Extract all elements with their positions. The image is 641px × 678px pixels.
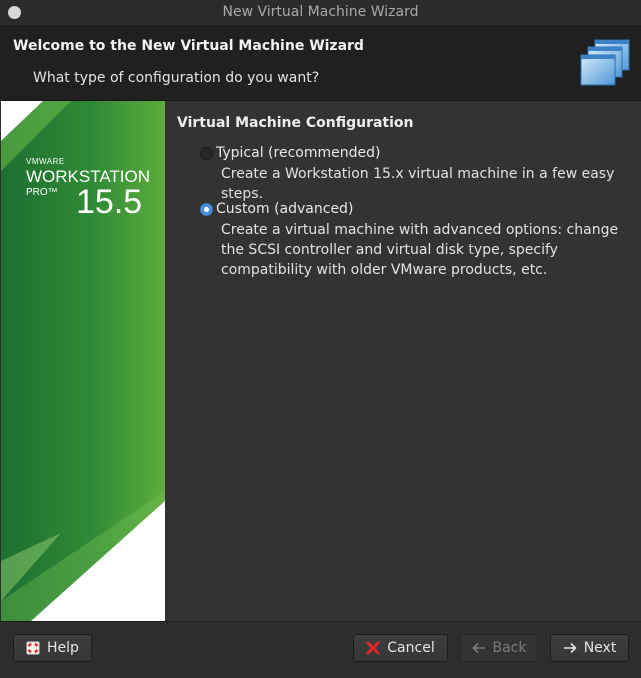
section-title: Virtual Machine Configuration (177, 115, 414, 131)
back-button[interactable]: Back (460, 634, 538, 662)
wizard-header: Welcome to the New Virtual Machine Wizar… (0, 26, 641, 101)
next-label: Next (583, 640, 617, 656)
typical-description: Create a Workstation 15.x virtual machin… (221, 166, 615, 202)
configuration-panel: Virtual Machine Configuration Typical (r… (165, 101, 641, 621)
custom-description: Create a virtual machine with advanced o… (221, 222, 619, 278)
help-button[interactable]: Help (13, 634, 92, 662)
custom-label[interactable]: Custom (advanced) (216, 201, 353, 217)
banner-version: 15.5 (76, 183, 143, 221)
cancel-button[interactable]: Cancel (353, 634, 448, 662)
lifebuoy-icon (26, 641, 41, 655)
back-arrow-icon (471, 642, 486, 654)
option-typical[interactable]: Typical (recommended) (200, 145, 380, 161)
typical-radio[interactable] (200, 146, 213, 160)
window-title: New Virtual Machine Wizard (222, 4, 419, 20)
stacked-windows-icon (580, 39, 630, 86)
red-x-icon (366, 641, 380, 655)
help-label: Help (47, 640, 79, 656)
wizard-subtitle: What type of configuration do you want? (33, 70, 320, 86)
option-custom[interactable]: Custom (advanced) (200, 201, 353, 217)
next-arrow-icon (563, 642, 577, 654)
next-button[interactable]: Next (550, 634, 629, 662)
custom-radio[interactable] (200, 202, 213, 216)
wizard-title: Welcome to the New Virtual Machine Wizar… (13, 38, 364, 54)
wizard-footer: Help Cancel Back Next (0, 621, 641, 678)
banner-brand: VMWARE (26, 157, 65, 166)
window-titlebar[interactable]: New Virtual Machine Wizard (0, 0, 641, 26)
typical-label[interactable]: Typical (recommended) (216, 145, 380, 161)
banner-edition: PRO™ (26, 187, 58, 198)
back-label: Back (492, 640, 527, 656)
cancel-label: Cancel (387, 640, 435, 656)
product-banner: VMWARE WORKSTATION PRO™ 15.5 (1, 101, 165, 621)
